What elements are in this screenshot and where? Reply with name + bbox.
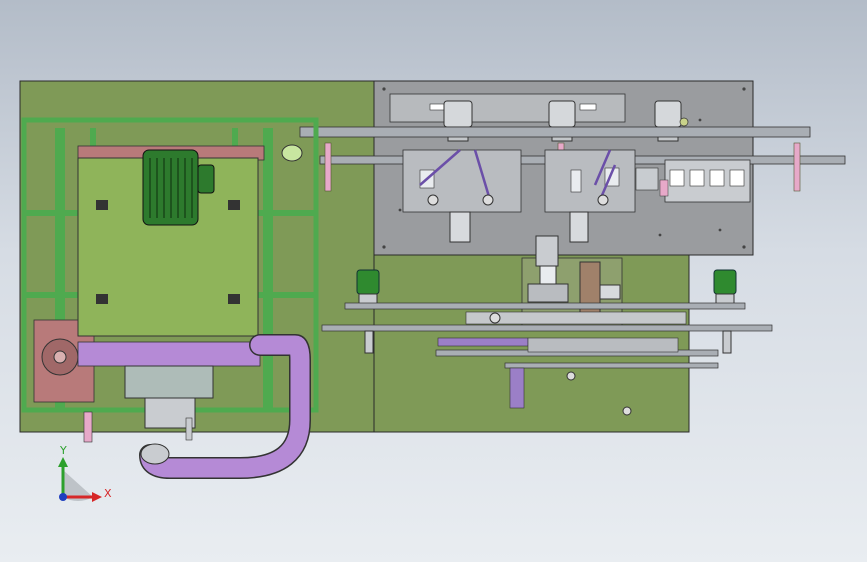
gearbox-cylinder [124,365,214,399]
drain-valve [185,417,193,441]
x-axis-label: X [104,487,112,500]
y-axis-label: Y [59,444,67,457]
cad-viewport[interactable]: Y X [0,0,867,562]
coordinate-triad: Y X [58,444,112,502]
cad-drawing: Y X [19,80,846,502]
nozzle [281,144,303,162]
hose-end-fitting [140,443,170,465]
pulley-hub [53,350,67,364]
purple-motor-base [77,341,261,367]
support-post [83,411,93,443]
